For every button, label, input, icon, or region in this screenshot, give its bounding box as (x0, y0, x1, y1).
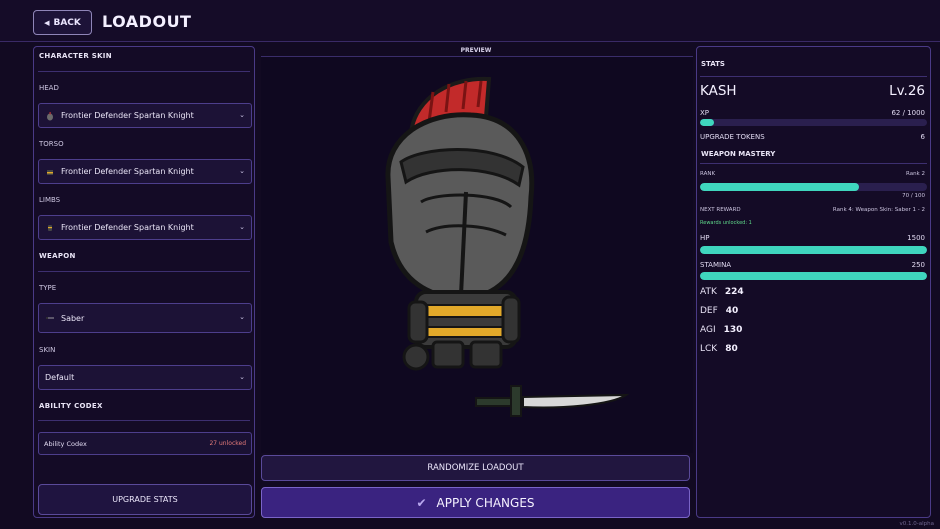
xp-bar-fill (700, 119, 715, 126)
gauntlet-icon (45, 223, 55, 233)
randomize-loadout-button[interactable]: RANDOMIZE LOADOUT (261, 455, 690, 481)
head-label: HEAD (39, 84, 59, 92)
helmet-icon (45, 111, 55, 121)
stats-heading: STATS (701, 60, 725, 68)
attribute-value: 80 (725, 344, 738, 354)
attribute-label: AGI (700, 325, 716, 335)
back-label: BACK (53, 17, 81, 28)
head-select[interactable]: Frontier Defender Spartan Knight ⌄ (38, 103, 252, 128)
chevron-down-icon: ⌄ (239, 167, 245, 175)
divider (38, 420, 250, 421)
limbs-value: Frontier Defender Spartan Knight (61, 223, 194, 232)
attribute-label: DEF (700, 306, 718, 316)
ability-codex-heading: ABILITY CODEX (39, 402, 103, 410)
weapon-type-select[interactable]: Saber ⌄ (38, 303, 252, 333)
stamina-label: STAMINA (700, 261, 732, 269)
character-name: KASH (700, 83, 737, 99)
type-label: TYPE (39, 284, 57, 292)
character-preview (261, 56, 693, 453)
next-reward-value: Rank 4: Weapon Skin: Saber 1 - 2 (832, 207, 925, 213)
rank-bar (700, 183, 927, 191)
stamina-value: 250 (911, 261, 925, 269)
next-reward-label: NEXT REWARD (700, 207, 741, 213)
attribute-def: DEF 40 (700, 306, 738, 316)
limbs-label: LIMBS (39, 196, 61, 204)
rank-bar-fill (700, 183, 859, 191)
head-value: Frontier Defender Spartan Knight (61, 111, 194, 120)
character-level: Lv.26 (889, 83, 925, 99)
preview-label: PREVIEW (460, 47, 492, 54)
limbs-select[interactable]: Frontier Defender Spartan Knight ⌄ (38, 215, 252, 240)
apply-changes-label: APPLY CHANGES (436, 495, 535, 510)
attribute-label: LCK (700, 344, 718, 354)
triangle-left-icon: ◀ (44, 18, 50, 27)
upgrade-tokens-label: UPGRADE TOKENS (700, 133, 765, 141)
chevron-down-icon: ⌄ (239, 373, 245, 381)
skin-label: SKIN (39, 346, 56, 354)
rewards-unlocked: Rewards unlocked: 1 (700, 220, 752, 226)
weapon-heading: WEAPON (39, 252, 76, 260)
divider (700, 76, 927, 77)
attribute-lck: LCK 80 (700, 344, 738, 354)
upgrade-stats-button[interactable]: UPGRADE STATS (38, 484, 252, 515)
hp-label: HP (700, 234, 710, 242)
weapon-mastery-heading: WEAPON MASTERY (701, 150, 776, 158)
chevron-down-icon: ⌄ (239, 313, 245, 321)
top-bar: ◀ BACK LOADOUT (0, 0, 940, 42)
page-title: LOADOUT (102, 12, 192, 31)
attribute-value: 224 (724, 287, 744, 297)
ability-codex-button[interactable]: Ability Codex 27 unlocked (38, 432, 252, 455)
weapon-skin-select[interactable]: Default ⌄ (38, 365, 252, 390)
hp-bar-fill (700, 246, 927, 254)
attribute-label: ATK (700, 287, 717, 297)
weapon-skin-value: Default (45, 373, 75, 382)
check-icon: ✔ (416, 495, 427, 510)
character-skin-heading: CHARACTER SKIN (39, 52, 112, 60)
preview-panel: PREVIEW RANDOMIZE LOADOUT ✔ APPLY CHANGE… (258, 42, 694, 524)
stats-panel: STATS KASH Lv.26 XP 62 / 1000 UPGRADE TO… (696, 46, 931, 518)
torso-select[interactable]: Frontier Defender Spartan Knight ⌄ (38, 159, 252, 184)
weapon-type-value: Saber (61, 313, 85, 323)
divider (700, 163, 927, 164)
attribute-agi: AGI 130 (700, 325, 742, 335)
rank-value: Rank 2 (906, 171, 925, 177)
torso-value: Frontier Defender Spartan Knight (61, 167, 194, 176)
divider (38, 271, 250, 272)
ability-codex-count: 27 unlocked (209, 440, 246, 447)
rank-label: RANK (700, 171, 716, 177)
divider (38, 71, 250, 72)
upgrade-tokens-value: 6 (920, 133, 925, 141)
xp-value: 62 / 1000 (891, 109, 925, 117)
hp-value: 1500 (907, 234, 925, 242)
knight-sprite (385, 76, 630, 417)
apply-changes-button[interactable]: ✔ APPLY CHANGES (261, 487, 690, 518)
version-label: v0.1.0-alpha (899, 521, 934, 527)
saber-icon (45, 313, 55, 323)
stamina-bar-fill (700, 272, 927, 280)
loadout-panel: CHARACTER SKIN HEAD Frontier Defender Sp… (33, 46, 255, 518)
attribute-value: 130 (723, 325, 743, 335)
chevron-down-icon: ⌄ (239, 223, 245, 231)
rank-progress: 70 / 100 (902, 193, 925, 199)
stamina-bar (700, 272, 927, 280)
hp-bar (700, 246, 927, 254)
back-button[interactable]: ◀ BACK (33, 10, 92, 35)
chevron-down-icon: ⌄ (239, 111, 245, 119)
torso-label: TORSO (39, 140, 64, 148)
xp-bar (700, 119, 927, 126)
ability-codex-label: Ability Codex (44, 439, 87, 448)
xp-label: XP (700, 109, 710, 117)
attribute-value: 40 (725, 306, 739, 316)
attribute-atk: ATK 224 (700, 287, 744, 297)
armor-icon (45, 167, 55, 177)
